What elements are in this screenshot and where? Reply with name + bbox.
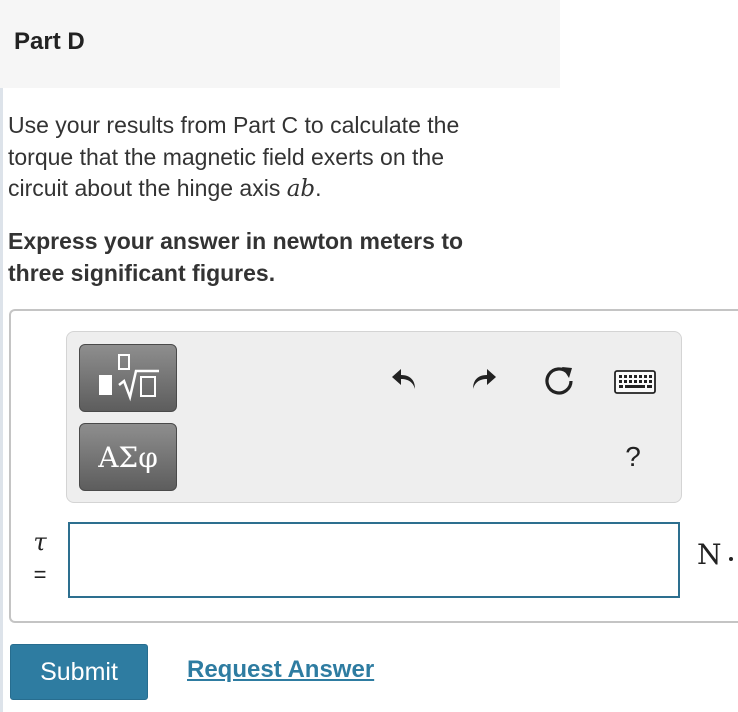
hinge-axis-variable: ab [286,176,316,202]
instruction-line-1: Express your answer in newton meters to [8,228,464,254]
part-title: Part D [14,28,85,55]
question-line-2: torque that the magnetic field exerts on… [8,143,444,170]
unit-label: N [697,538,722,571]
submit-button[interactable]: Submit [10,644,148,700]
help-button[interactable]: ? [618,438,648,476]
answer-instruction: Express your answer in newton meters to … [8,226,548,289]
greek-symbols-button[interactable]: ΑΣφ [79,423,177,491]
fraction-sqrt-template-icon [99,354,159,402]
undo-button[interactable] [385,359,425,399]
question-line-1: Use your results from Part C to calculat… [8,112,460,138]
redo-button[interactable] [463,359,503,399]
reset-icon [545,367,573,395]
question-line-3: circuit about the hinge axis ab. [8,173,548,206]
keyboard-icon [614,370,656,394]
question-line-3-text: circuit about the hinge axis [8,175,287,201]
left-border-rule [0,0,3,712]
reset-button[interactable] [539,361,579,401]
equals-sign: = [33,562,47,587]
undo-arrow-icon [392,369,415,389]
redo-arrow-icon [473,369,496,389]
part-header: Part D [0,0,560,88]
answer-variable-label: τ [33,528,47,556]
templates-button[interactable] [79,344,177,412]
unit-multiplication-dot [729,557,733,561]
question-text: Use your results from Part C to calculat… [8,110,548,206]
answer-input[interactable] [68,522,680,598]
question-line-3-period: . [315,175,322,201]
request-answer-link[interactable]: Request Answer [187,656,374,684]
keyboard-button[interactable] [612,364,658,400]
instruction-line-2: three significant figures. [8,259,276,286]
